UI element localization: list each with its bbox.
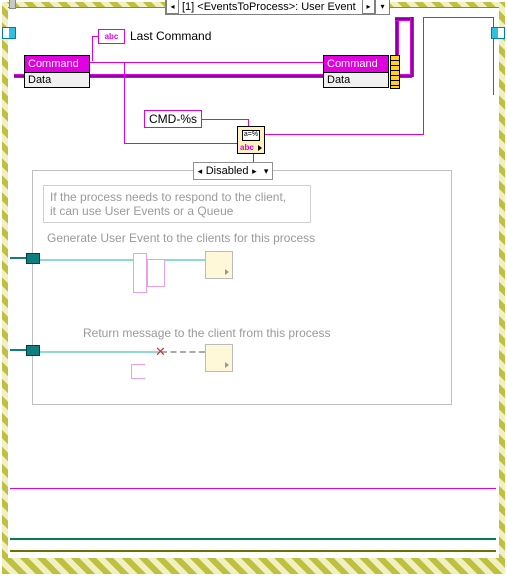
disabled-note: If the process needs to respond to the c… (43, 185, 311, 223)
disabled-structure: ◂ Disabled ▸ ▾ If the process needs to r… (32, 170, 452, 405)
event-prev-button[interactable]: ◂ (166, 0, 179, 14)
disabled-note-line2: it can use User Events or a Queue (50, 204, 304, 218)
faded-array-elem (147, 259, 165, 287)
format-node-abc-icon: abc (240, 143, 254, 152)
unbundle-cluster[interactable]: Command Data (24, 55, 90, 88)
return-message-caption: Return message to the client from this p… (83, 326, 330, 340)
last-command-label: Last Command (130, 29, 211, 43)
bundle-output-bar (390, 55, 400, 89)
disabled-note-line1: If the process needs to respond to the c… (50, 190, 304, 204)
fmt-out-wire-v (423, 17, 424, 135)
disabled-queue-wire (33, 351, 159, 353)
fmt-out-wire-h (265, 134, 423, 135)
event-next-button[interactable]: ▸ (362, 0, 375, 14)
cluster-wire-up2 (410, 17, 414, 77)
disabled-prev-button[interactable]: ◂ (194, 166, 206, 177)
disabled-next-button[interactable]: ▸ (249, 166, 261, 177)
event-case-selector[interactable]: ◂ [1] <EventsToProcess>: User Event ▸ ▾ (165, 0, 390, 15)
command-wire (90, 62, 324, 63)
cluster-wire-mid (90, 74, 324, 78)
broken-wire (161, 351, 205, 353)
faded-queue-const (131, 364, 145, 379)
bus-green-wire (10, 538, 496, 540)
disabled-tunnel-2 (26, 345, 40, 356)
fmt-out-wire-top (423, 17, 493, 18)
unbundle-data-field[interactable]: Data (25, 73, 89, 87)
bundle-cluster[interactable]: Command Data (323, 55, 389, 88)
cluster-wire-top1 (395, 17, 410, 21)
bus-pink-wire (10, 488, 496, 489)
bundle-command-field[interactable]: Command (324, 56, 388, 73)
command-wire-down (124, 62, 125, 144)
disabled-event-wire (33, 259, 205, 261)
generate-user-event-node[interactable] (205, 251, 233, 279)
left-tunnel-1 (2, 27, 16, 39)
event-dropdown-button[interactable]: ▾ (375, 0, 389, 14)
cluster-wire-in (14, 74, 24, 78)
format-node-caption: a=% (242, 130, 260, 141)
string-constant-icon[interactable]: abc (98, 29, 125, 44)
format-string-constant[interactable]: CMD-%s (144, 110, 202, 128)
disabled-dropdown-button[interactable]: ▾ (260, 166, 272, 177)
broken-wire-x-icon: ✕ (155, 344, 166, 360)
event-case-label: [1] <EventsToProcess>: User Event (179, 1, 362, 13)
cluster-wire-out (399, 74, 412, 78)
format-node-run-icon (258, 145, 262, 151)
event-scroll-nub[interactable] (9, 0, 16, 9)
right-tunnel-1 (491, 27, 505, 39)
disabled-case-label: Disabled (206, 165, 249, 177)
enqueue-node[interactable] (205, 344, 233, 372)
fmt-in-wire (124, 143, 237, 144)
gen-user-event-caption: Generate User Event to the clients for t… (47, 231, 315, 245)
fmtstr-wire (200, 119, 248, 120)
disabled-tunnel-1 (26, 253, 40, 264)
bundle-data-field[interactable]: Data (324, 73, 388, 87)
format-into-string-node[interactable]: a=% abc (237, 126, 265, 154)
disabled-case-selector[interactable]: ◂ Disabled ▸ ▾ (193, 162, 273, 180)
wire-v1 (92, 36, 93, 61)
unbundle-command-field[interactable]: Command (25, 56, 89, 73)
cluster-wire-up1 (395, 17, 399, 57)
bus-olive-wire (10, 550, 496, 552)
faded-array-const (133, 253, 147, 293)
